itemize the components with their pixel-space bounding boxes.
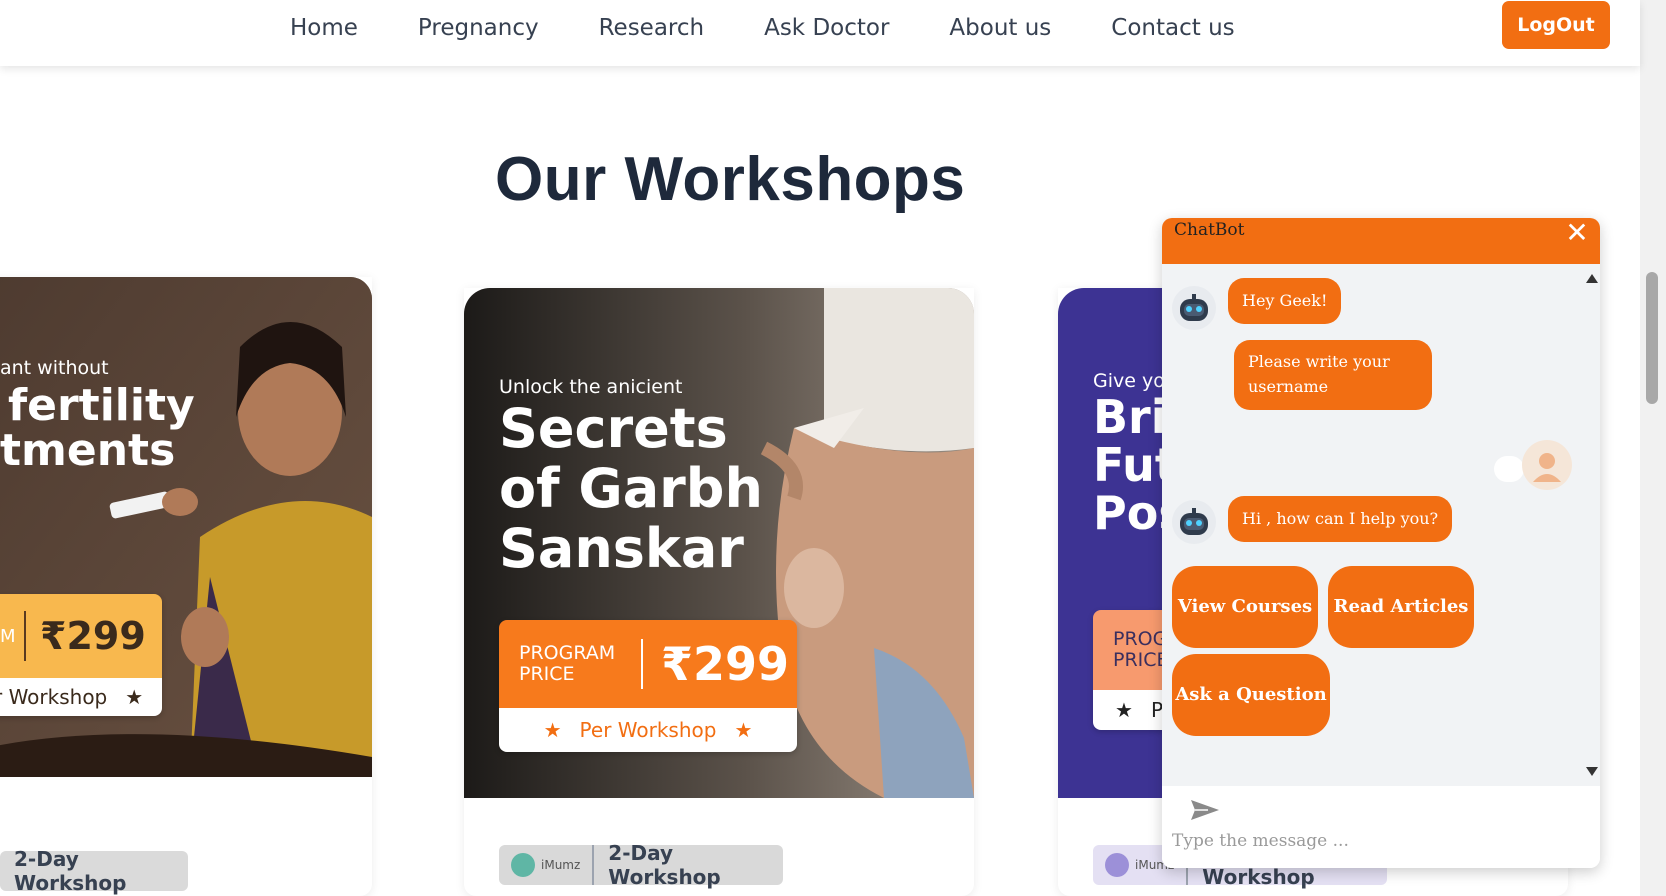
- card-1-tag-text: 2-Day Workshop: [14, 847, 127, 895]
- card-1-star-icon: ★: [125, 685, 144, 709]
- section-title: Our Workshops: [495, 145, 966, 214]
- page-scrollbar[interactable]: [1640, 0, 1666, 896]
- main-nav: Home Pregnancy Research Ask Doctor About…: [290, 0, 1295, 56]
- bot-message-1: Hey Geek!: [1228, 278, 1342, 324]
- card-1-headline-2: tments: [0, 425, 176, 476]
- chatbot-title: ChatBot: [1174, 220, 1245, 240]
- card-2-price: ₹299: [661, 637, 790, 691]
- bot-message-2: Please write your username: [1234, 340, 1432, 410]
- view-courses-button[interactable]: View Courses: [1172, 566, 1318, 648]
- chat-input-row: [1162, 786, 1600, 868]
- robot-icon: [1172, 286, 1216, 330]
- card-1-banner: ant without fertility tments M ₹299 r Wo…: [0, 277, 372, 777]
- card-2-subtitle: Unlock the anicient: [499, 376, 683, 398]
- nav-research[interactable]: Research: [599, 15, 705, 41]
- card-1-headline-1: fertility: [8, 380, 195, 431]
- nav-about-us[interactable]: About us: [949, 15, 1051, 41]
- card-1-subtitle: ant without: [0, 357, 109, 379]
- card-1-price-label: M: [0, 625, 16, 647]
- read-articles-button[interactable]: Read Articles: [1328, 566, 1474, 648]
- imumz-logo-text: iMumz: [541, 858, 581, 872]
- chatbot-window: ChatBot ✕ Hey Geek! Please write your us…: [1162, 218, 1600, 868]
- workshop-card-1[interactable]: ant without fertility tments M ₹299 r Wo…: [0, 277, 372, 896]
- card-2-headline-3: Sanskar: [499, 517, 744, 580]
- nav-pregnancy[interactable]: Pregnancy: [418, 15, 539, 41]
- nav-home[interactable]: Home: [290, 15, 358, 41]
- card-2-price-box: PROGRAM PRICE ₹299 ★ Per Workshop ★: [499, 620, 797, 752]
- bot-message-3: Hi , how can I help you?: [1228, 496, 1453, 542]
- scroll-down-arrow-icon[interactable]: [1586, 767, 1598, 776]
- scroll-up-arrow-icon[interactable]: [1586, 274, 1598, 283]
- ask-question-button[interactable]: Ask a Question: [1172, 654, 1330, 736]
- logout-button[interactable]: LogOut: [1502, 1, 1610, 49]
- user-avatar-icon: [1522, 440, 1572, 490]
- card-1-price-footer: r Workshop: [0, 685, 108, 709]
- nav-ask-doctor[interactable]: Ask Doctor: [764, 15, 889, 41]
- nav-contact-us[interactable]: Contact us: [1111, 15, 1234, 41]
- workshop-card-2[interactable]: Unlock the anicient Secrets of Garbh San…: [464, 288, 974, 896]
- card-3-subtitle: Give yo: [1093, 370, 1165, 392]
- card-2-banner: Unlock the anicient Secrets of Garbh San…: [464, 288, 974, 798]
- close-icon[interactable]: ✕: [1562, 218, 1592, 248]
- card-2-star-icon-right: ★: [734, 718, 753, 742]
- imumz-logo-icon-3: [1105, 853, 1129, 877]
- card-2-price-footer: Per Workshop: [579, 718, 717, 742]
- chat-scrollbar[interactable]: [1582, 264, 1600, 786]
- card-1-price: ₹299: [40, 614, 146, 658]
- send-icon[interactable]: [1190, 798, 1220, 822]
- card-2-star-icon-left: ★: [543, 718, 562, 742]
- page-scrollbar-thumb[interactable]: [1646, 272, 1658, 404]
- card-1-tag: 2-Day Workshop: [0, 847, 188, 895]
- card-3-headline-1: Bri: [1093, 390, 1167, 444]
- card-3-price-label: PROG PRICE: [1113, 628, 1169, 671]
- card-1-price-box: M ₹299 r Workshop ★: [0, 594, 162, 716]
- card-2-headline-2: of Garbh: [499, 457, 763, 520]
- imumz-logo: iMumz: [499, 845, 595, 885]
- card-2-tag: iMumz 2-Day Workshop: [499, 841, 783, 889]
- card-2-price-label: PROGRAM PRICE: [519, 642, 616, 685]
- chat-messages: Hey Geek! Please write your username Hi …: [1162, 264, 1600, 786]
- robot-icon: [1172, 500, 1216, 544]
- chat-message-input[interactable]: [1172, 824, 1552, 858]
- card-2-tag-text: 2-Day Workshop: [608, 841, 721, 889]
- top-navbar: Home Pregnancy Research Ask Doctor About…: [0, 0, 1640, 66]
- chatbot-header: ChatBot ✕: [1162, 218, 1600, 264]
- imumz-logo-icon: [511, 853, 535, 877]
- card-3-star-icon: ★: [1115, 698, 1133, 722]
- card-2-headline-1: Secrets: [499, 397, 728, 460]
- user-message-bubble: [1494, 456, 1524, 482]
